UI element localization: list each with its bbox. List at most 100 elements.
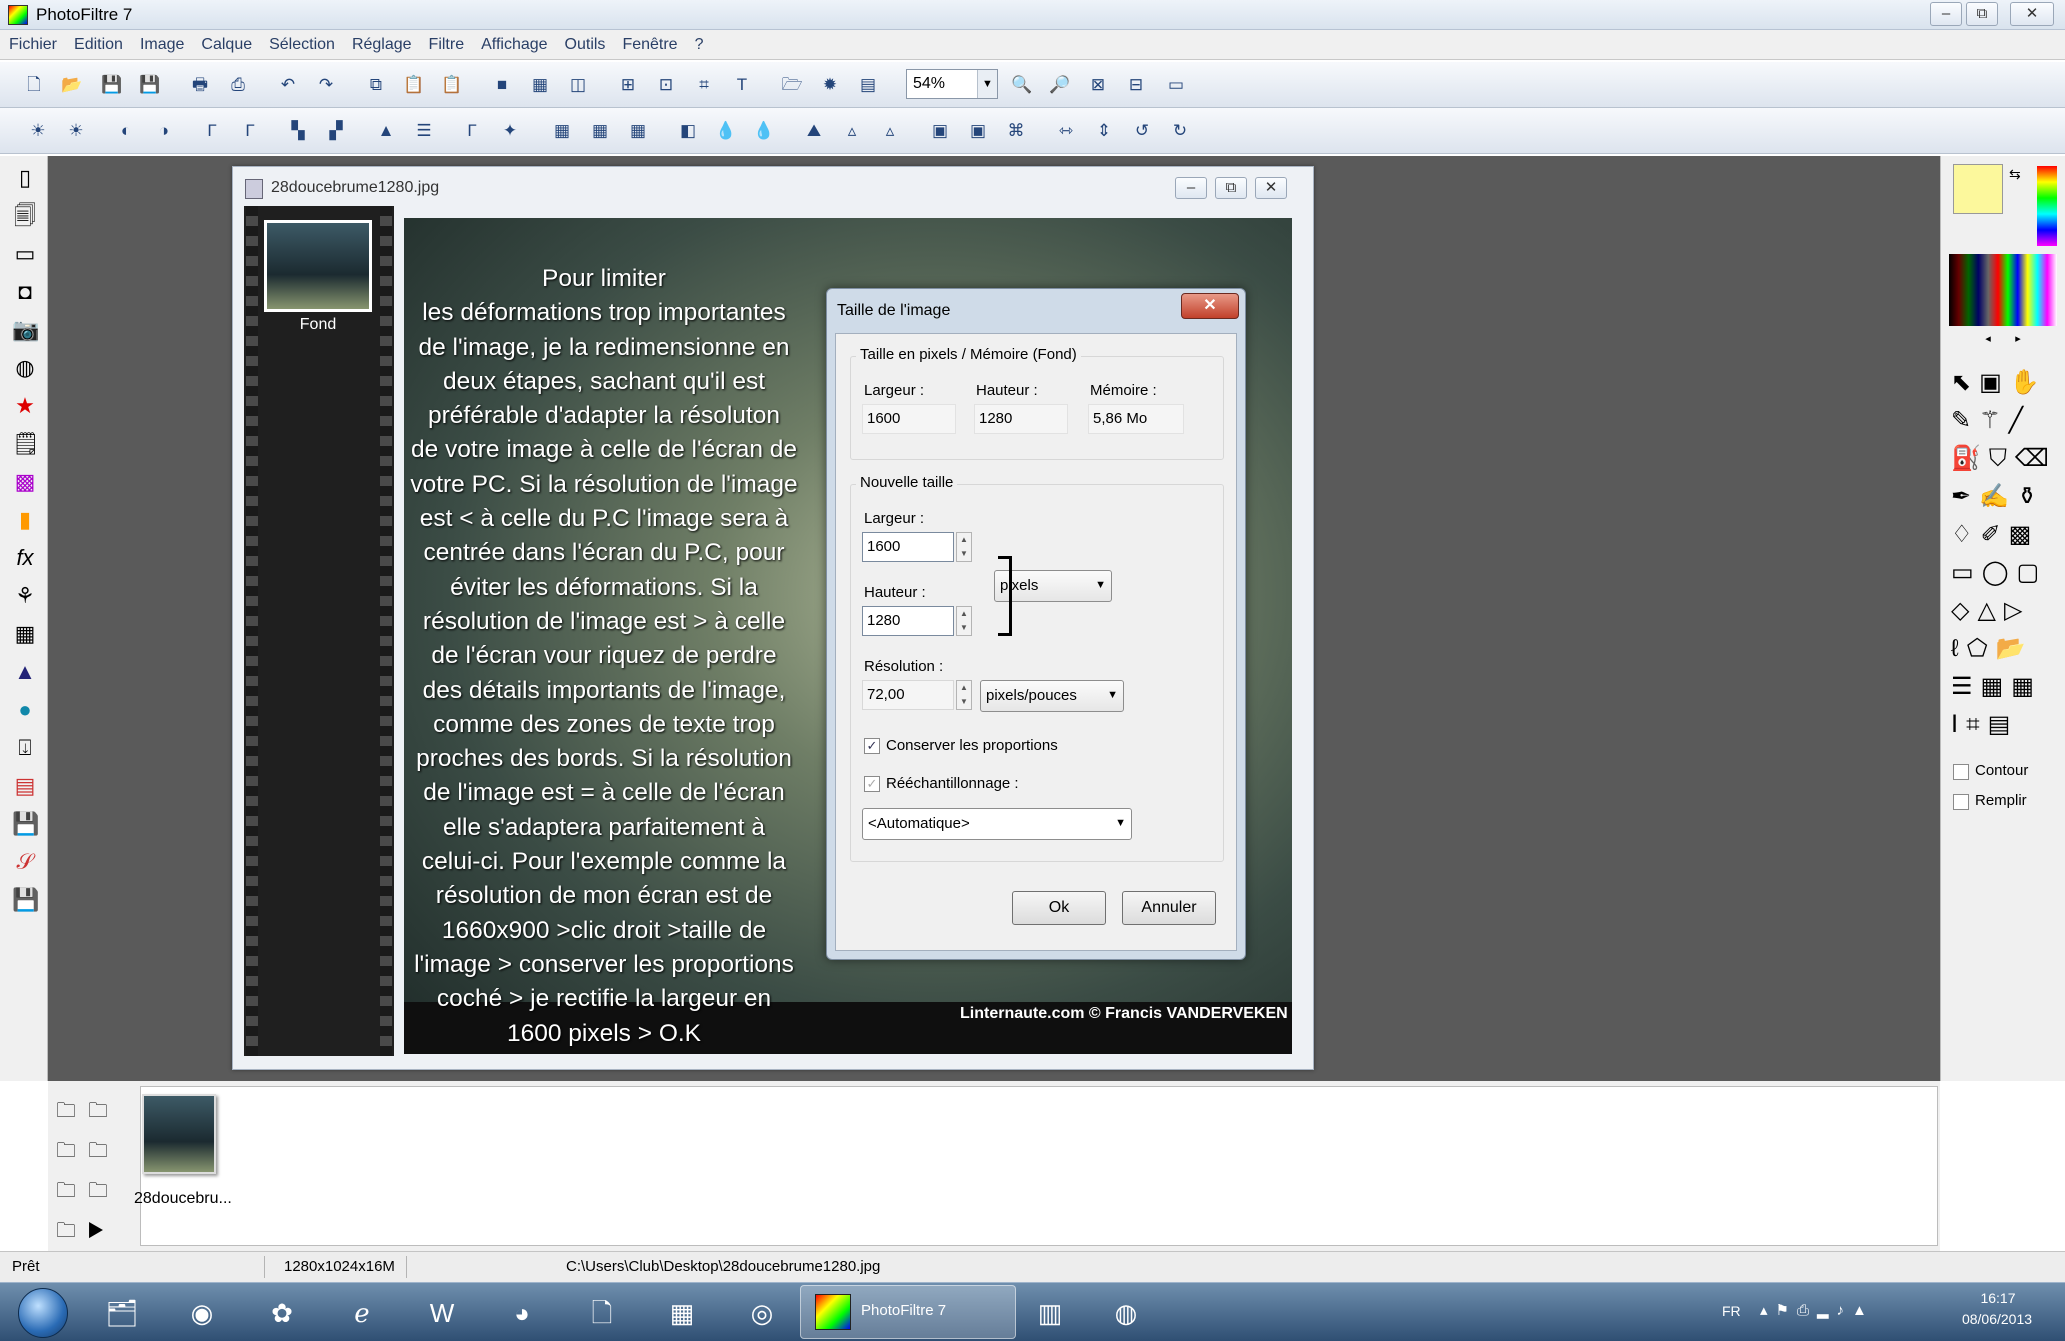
- hue-bar[interactable]: [2037, 166, 2057, 246]
- tree-link-icon[interactable]: 🗀: [56, 1180, 88, 1202]
- print-icon[interactable]: 🖶: [188, 73, 212, 97]
- menu-fenetre[interactable]: Fenêtre: [613, 30, 685, 60]
- script-icon[interactable]: 𝒮: [12, 848, 38, 876]
- menu-reglage[interactable]: Réglage: [343, 30, 420, 60]
- histogram-icon[interactable]: ☰: [412, 119, 436, 143]
- language-indicator[interactable]: FR: [1722, 1303, 1741, 1319]
- ratio-32-icon[interactable]: ▦: [2011, 673, 2042, 700]
- blur-drop-icon[interactable]: ♢: [1951, 521, 1981, 548]
- levels-icon[interactable]: ▲: [374, 119, 398, 143]
- canvas-size-icon[interactable]: ⊡: [654, 73, 678, 97]
- rounded-rect-icon[interactable]: ▢: [2017, 559, 2048, 586]
- circle-tool-icon[interactable]: ●: [12, 696, 38, 724]
- copy-icon[interactable]: ⧉: [364, 73, 388, 97]
- swap-colors-icon[interactable]: ⇆: [2009, 166, 2021, 183]
- gradient-tool-icon[interactable]: ▩: [12, 468, 38, 496]
- paint-task-icon[interactable]: ✿: [258, 1291, 306, 1335]
- play-icon[interactable]: ▶: [88, 1220, 116, 1242]
- magic-wand-icon[interactable]: ⚚: [1979, 407, 2009, 434]
- contrast-down-icon[interactable]: ◐: [114, 119, 138, 143]
- film-tool-icon[interactable]: ▤: [12, 772, 38, 800]
- cancel-button[interactable]: Annuler: [1122, 891, 1216, 925]
- height-spinner[interactable]: ▲ ▼: [956, 606, 972, 636]
- diamond-icon[interactable]: ◇: [1951, 597, 1977, 624]
- menu-edition[interactable]: Edition: [65, 30, 131, 60]
- color-tool-icon[interactable]: ▮: [12, 506, 38, 534]
- ratio-43-icon[interactable]: ▦: [1981, 673, 2012, 700]
- calculator-task-icon[interactable]: ▦: [658, 1291, 706, 1335]
- resolution-spinner[interactable]: ▲ ▼: [956, 680, 972, 710]
- menu-selection[interactable]: Sélection: [260, 30, 343, 60]
- tree-open-icon[interactable]: 🗀: [56, 1140, 88, 1162]
- resolution-input[interactable]: 72,00: [862, 680, 954, 710]
- pattern-icon[interactable]: ⚘: [12, 582, 38, 610]
- rotate-right-icon[interactable]: ↻: [1168, 119, 1192, 143]
- width-spinner[interactable]: ▲ ▼: [956, 532, 972, 562]
- grayscale-icon[interactable]: ▦: [550, 119, 574, 143]
- explorer-icon[interactable]: 🗁: [780, 73, 804, 97]
- close-button[interactable]: ✕: [2010, 2, 2054, 26]
- save-2000-icon[interactable]: 💾: [12, 810, 39, 838]
- menu-fichier[interactable]: Fichier: [0, 30, 65, 60]
- tool-icon-1[interactable]: ▯: [12, 164, 38, 192]
- sepia-icon[interactable]: ▦: [588, 119, 612, 143]
- save-as-icon[interactable]: 💾: [138, 73, 162, 97]
- new-file-icon[interactable]: 🗋: [22, 73, 46, 97]
- ok-button[interactable]: Ok: [1012, 891, 1106, 925]
- ie-task-icon[interactable]: ℯ: [338, 1291, 386, 1335]
- rotate-left-icon[interactable]: ↺: [1130, 119, 1154, 143]
- right-triangle-icon[interactable]: ▷: [2004, 597, 2030, 624]
- messenger-task-icon[interactable]: ◉: [178, 1291, 226, 1335]
- minimize-button[interactable]: –: [1930, 2, 1962, 26]
- note-icon[interactable]: 🗒: [12, 430, 40, 458]
- transform-icon[interactable]: ⌗: [1966, 711, 1988, 738]
- color-palette[interactable]: [1949, 254, 2057, 326]
- saturation-down-icon[interactable]: ▚: [286, 119, 310, 143]
- tree-grid-icon[interactable]: 🗀: [56, 1220, 88, 1242]
- menu-image[interactable]: Image: [131, 30, 192, 60]
- tool-icon-5[interactable]: 📷: [12, 316, 39, 344]
- brush-icon[interactable]: ✒: [1951, 483, 1979, 510]
- menu-calque[interactable]: Calque: [192, 30, 260, 60]
- emboss-icon[interactable]: ⛰: [802, 119, 826, 143]
- triangle-icon[interactable]: △: [1977, 597, 2003, 624]
- image-size-icon[interactable]: ⊞: [616, 73, 640, 97]
- drop-icon[interactable]: ▵: [840, 119, 864, 143]
- pointer-icon[interactable]: ⬉: [1951, 369, 1979, 396]
- foreground-color-swatch[interactable]: [1953, 164, 2003, 214]
- selection-icon[interactable]: ▣: [1979, 369, 2010, 396]
- menu-outils[interactable]: Outils: [556, 30, 614, 60]
- open-file-icon[interactable]: 📂: [60, 73, 84, 97]
- redo-icon[interactable]: ↷: [314, 73, 338, 97]
- brightness-up-icon[interactable]: ☀: [64, 119, 88, 143]
- studio-task-icon[interactable]: ▥: [1026, 1291, 1074, 1335]
- stamp-icon[interactable]: ⚱: [2017, 483, 2045, 510]
- chrome-task-icon[interactable]: ◎: [738, 1291, 786, 1335]
- zoom-select[interactable]: 54% ▼: [906, 69, 998, 99]
- auto-levels-icon[interactable]: Γ: [460, 119, 484, 143]
- globe-icon[interactable]: ◍: [12, 354, 38, 382]
- eyedropper-icon[interactable]: ✎: [1951, 407, 1979, 434]
- text-icon[interactable]: T: [730, 73, 754, 97]
- gradient-icon[interactable]: ▣: [928, 119, 952, 143]
- firefox-task-icon[interactable]: ◕: [498, 1291, 546, 1335]
- fill-icon[interactable]: ⛽: [1951, 445, 1989, 472]
- doc-close-button[interactable]: ✕: [1255, 177, 1287, 199]
- line-icon[interactable]: ╱: [2009, 407, 2031, 434]
- fullscreen-icon[interactable]: ▭: [1164, 73, 1188, 97]
- photofiltre-task[interactable]: PhotoFiltre 7: [800, 1285, 1016, 1339]
- palette-scroll[interactable]: ◂ ▸: [1949, 332, 2057, 350]
- smudge-icon[interactable]: ✐: [1981, 521, 2009, 548]
- contrast-up-icon[interactable]: ◑: [152, 119, 176, 143]
- brightness-down-icon[interactable]: ☀: [26, 119, 50, 143]
- auto-contrast-icon[interactable]: ✦: [498, 119, 522, 143]
- new-width-input[interactable]: 1600: [862, 532, 954, 562]
- star-icon[interactable]: ★: [12, 392, 38, 420]
- lasso-icon[interactable]: ℓ: [1951, 635, 1967, 662]
- drop-plus-icon[interactable]: ▵: [878, 119, 902, 143]
- clone-icon[interactable]: ▩: [2009, 521, 2040, 548]
- flip-horizontal-icon[interactable]: ⇿: [1054, 119, 1078, 143]
- negative-icon[interactable]: ▦: [626, 119, 650, 143]
- tree-icon[interactable]: 🗀: [56, 1100, 88, 1122]
- border-icon[interactable]: ⌘: [1004, 119, 1028, 143]
